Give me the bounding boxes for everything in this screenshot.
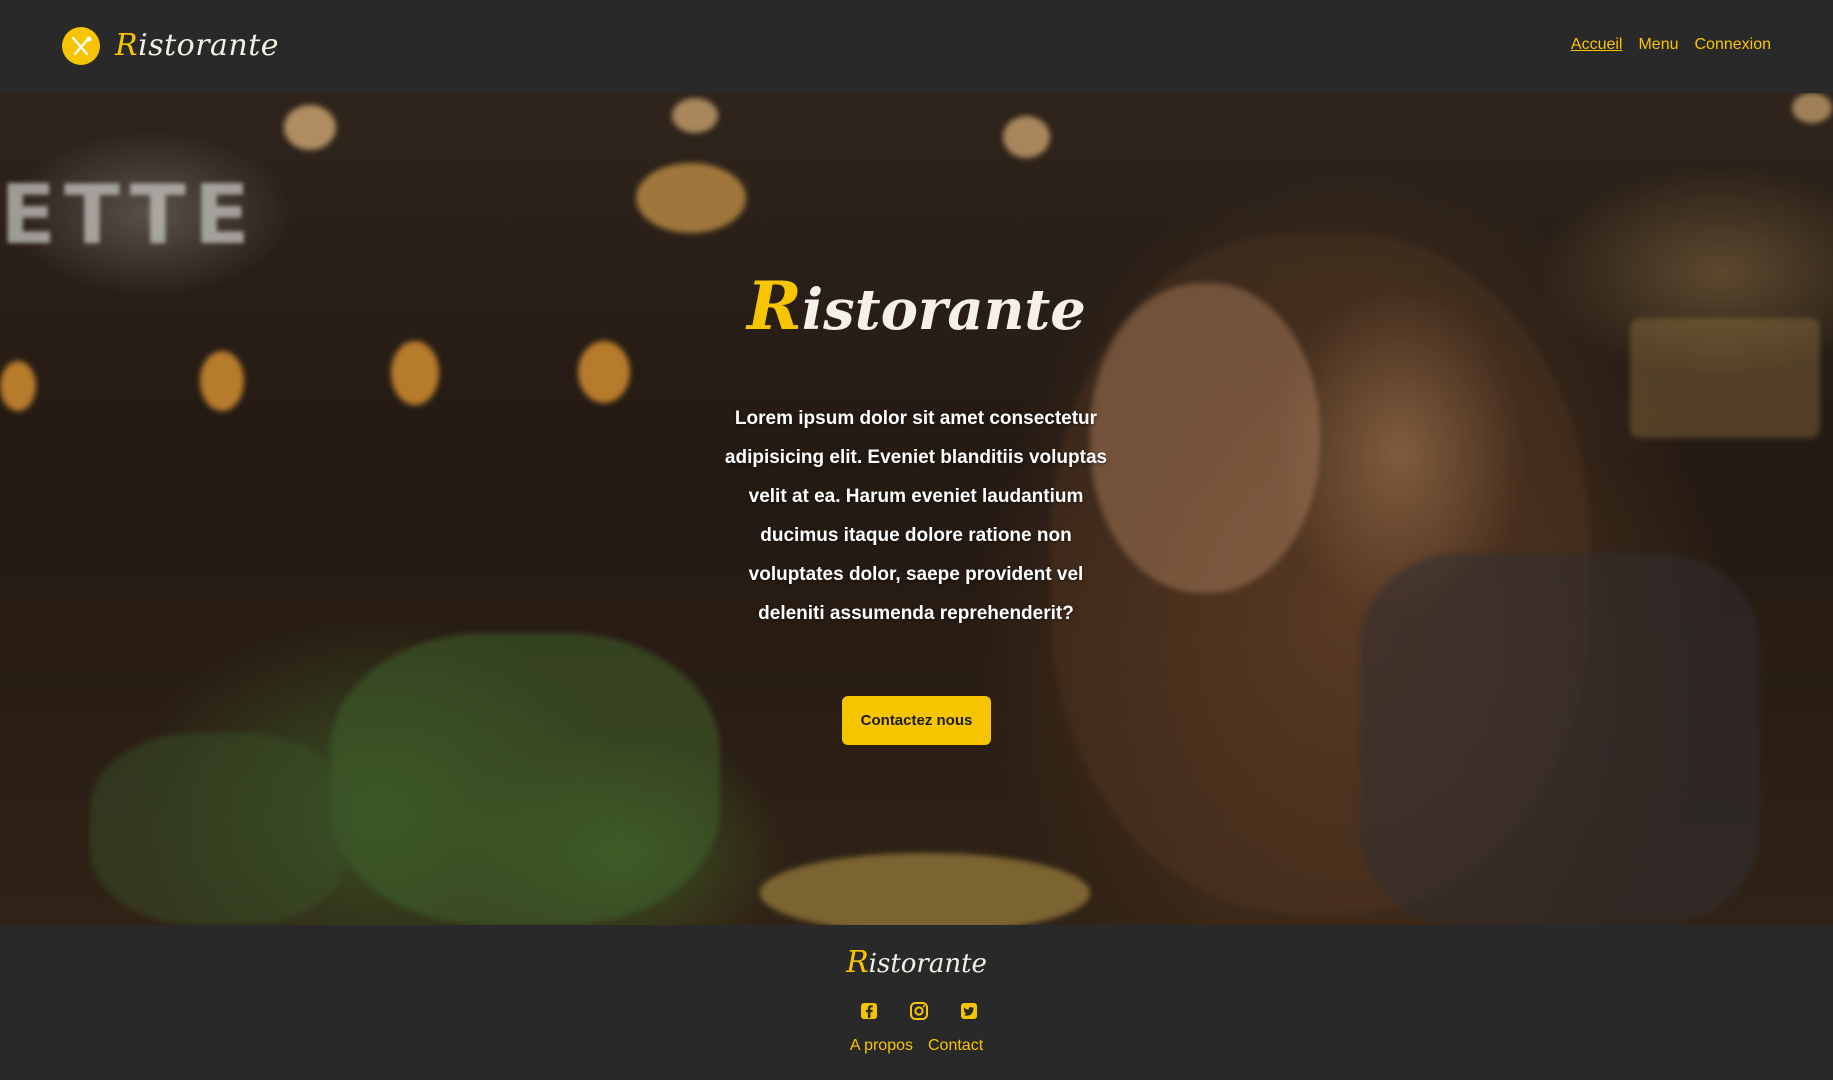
facebook-icon[interactable] [856, 998, 882, 1024]
twitter-icon[interactable] [956, 998, 982, 1024]
footer-contact-link[interactable]: Contact [928, 1037, 983, 1055]
contact-us-button[interactable]: Contactez nous [842, 696, 991, 745]
nav-home-link[interactable]: Accueil [1571, 35, 1623, 55]
brand-name: Ristorante [115, 28, 280, 63]
footer-brand: Ristorante [846, 945, 987, 980]
instagram-icon[interactable] [906, 998, 932, 1024]
hero-section: ETTE Ristorante Lorem ipsum dolor sit am… [0, 93, 1833, 925]
site-footer: Ristorante A propos Contact [0, 925, 1833, 1080]
cutlery-icon [62, 27, 100, 65]
main-nav: Accueil Menu Connexion [1571, 35, 1771, 55]
logo[interactable]: Ristorante [62, 27, 279, 65]
site-header: Ristorante Accueil Menu Connexion [0, 0, 1833, 93]
hero-title: Ristorante [747, 267, 1086, 345]
social-links [856, 998, 982, 1024]
nav-login-link[interactable]: Connexion [1695, 35, 1772, 55]
footer-links: A propos Contact [0, 1037, 1833, 1055]
footer-about-link[interactable]: A propos [850, 1037, 913, 1055]
hero-description: Lorem ipsum dolor sit amet consectetur a… [724, 408, 1108, 624]
nav-menu-link[interactable]: Menu [1638, 35, 1678, 55]
